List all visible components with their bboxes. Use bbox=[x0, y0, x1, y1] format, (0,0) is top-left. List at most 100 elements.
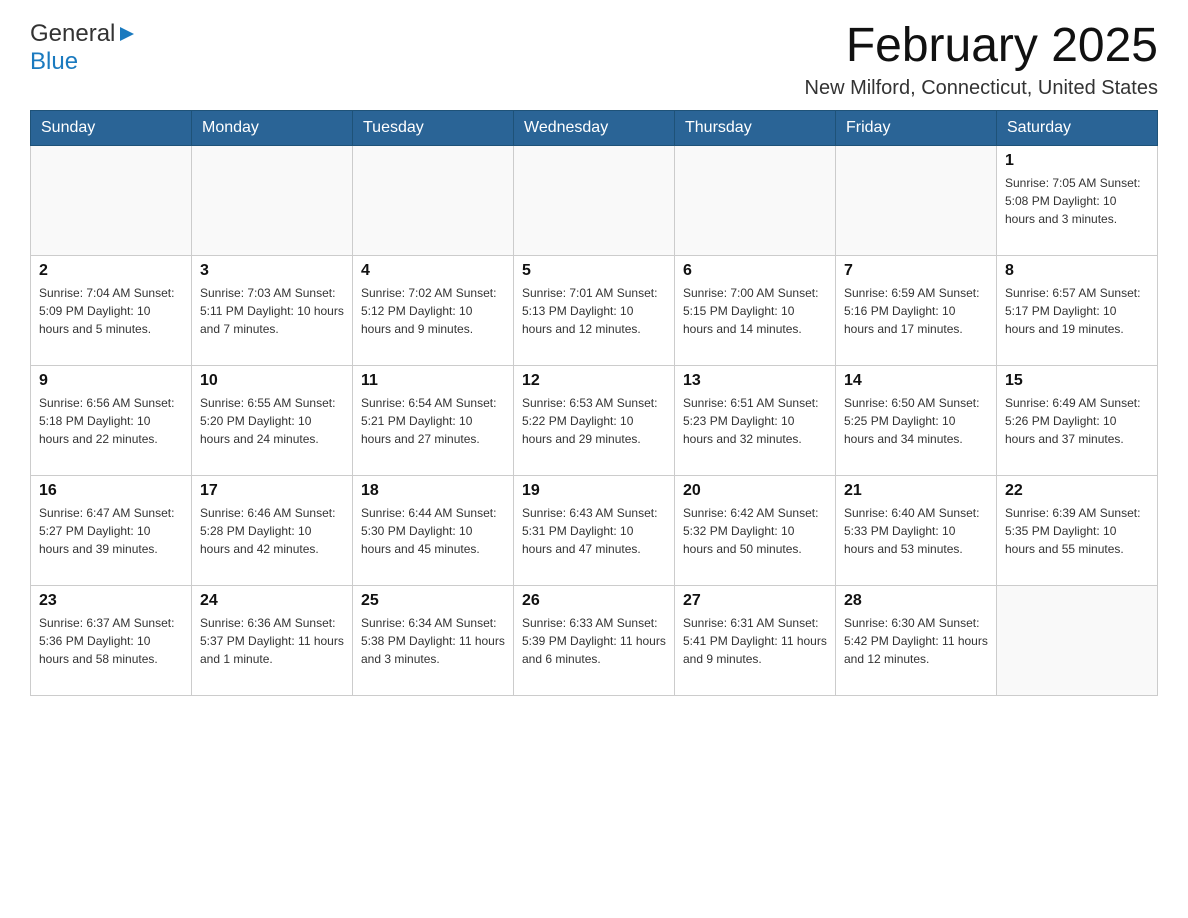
calendar-cell: 25 Sunrise: 6:34 AM Sunset: 5:38 PM Dayli… bbox=[353, 585, 514, 695]
day-number: 21 bbox=[844, 482, 988, 500]
day-number: 17 bbox=[200, 482, 344, 500]
calendar-cell: 12Sunrise: 6:53 AM Sunset: 5:22 PM Dayli… bbox=[514, 365, 675, 475]
weekday-header-sunday: Sunday bbox=[31, 110, 192, 145]
day-info: Sunrise: 6:33 AM Sunset: 5:39 PM Dayligh… bbox=[522, 614, 666, 668]
day-info: Sunrise: 7:01 AM Sunset: 5:13 PM Dayligh… bbox=[522, 284, 666, 338]
calendar-week-row: 16 Sunrise: 6:47 AM Sunset: 5:27 PM Dayli… bbox=[31, 475, 1158, 585]
day-number: 6 bbox=[683, 262, 827, 280]
logo: General Blue bbox=[30, 20, 138, 76]
day-info: Sunrise: 6:34 AM Sunset: 5:38 PM Dayligh… bbox=[361, 614, 505, 668]
day-info: Sunrise: 6:43 AM Sunset: 5:31 PM Dayligh… bbox=[522, 504, 666, 558]
day-info: Sunrise: 6:36 AM Sunset: 5:37 PM Dayligh… bbox=[200, 614, 344, 668]
calendar-cell: 5 Sunrise: 7:01 AM Sunset: 5:13 PM Daylig… bbox=[514, 255, 675, 365]
day-info: Sunrise: 7:05 AM Sunset: 5:08 PM Dayligh… bbox=[1005, 174, 1149, 228]
day-info: Sunrise: 6:39 AM Sunset: 5:35 PM Dayligh… bbox=[1005, 504, 1149, 558]
location-title: New Milford, Connecticut, United States bbox=[805, 77, 1159, 100]
calendar-cell: 10 Sunrise: 6:55 AM Sunset: 5:20 PM Dayli… bbox=[192, 365, 353, 475]
weekday-header-wednesday: Wednesday bbox=[514, 110, 675, 145]
day-number: 11 bbox=[361, 372, 505, 390]
day-number: 18 bbox=[361, 482, 505, 500]
logo-triangle-icon bbox=[116, 23, 138, 45]
weekday-header-saturday: Saturday bbox=[997, 110, 1158, 145]
calendar-cell: 15 Sunrise: 6:49 AM Sunset: 5:26 PM Dayli… bbox=[997, 365, 1158, 475]
day-info: Sunrise: 6:51 AM Sunset: 5:23 PM Dayligh… bbox=[683, 394, 827, 448]
calendar-cell bbox=[192, 145, 353, 255]
day-number: 1 bbox=[1005, 152, 1149, 170]
logo-general-text: General bbox=[30, 20, 115, 48]
weekday-header-friday: Friday bbox=[836, 110, 997, 145]
day-info: Sunrise: 6:37 AM Sunset: 5:36 PM Dayligh… bbox=[39, 614, 183, 668]
day-number: 25 bbox=[361, 592, 505, 610]
day-number: 20 bbox=[683, 482, 827, 500]
day-info: Sunrise: 6:46 AM Sunset: 5:28 PM Dayligh… bbox=[200, 504, 344, 558]
day-info: Sunrise: 7:00 AM Sunset: 5:15 PM Dayligh… bbox=[683, 284, 827, 338]
day-info: Sunrise: 6:54 AM Sunset: 5:21 PM Dayligh… bbox=[361, 394, 505, 448]
day-number: 27 bbox=[683, 592, 827, 610]
day-info: Sunrise: 6:42 AM Sunset: 5:32 PM Dayligh… bbox=[683, 504, 827, 558]
calendar-cell: 19 Sunrise: 6:43 AM Sunset: 5:31 PM Dayli… bbox=[514, 475, 675, 585]
weekday-header-monday: Monday bbox=[192, 110, 353, 145]
calendar-week-row: 1 Sunrise: 7:05 AM Sunset: 5:08 PM Daylig… bbox=[31, 145, 1158, 255]
calendar-cell: 24 Sunrise: 6:36 AM Sunset: 5:37 PM Dayli… bbox=[192, 585, 353, 695]
day-number: 22 bbox=[1005, 482, 1149, 500]
day-info: Sunrise: 7:02 AM Sunset: 5:12 PM Dayligh… bbox=[361, 284, 505, 338]
day-number: 26 bbox=[522, 592, 666, 610]
calendar-cell bbox=[997, 585, 1158, 695]
day-number: 5 bbox=[522, 262, 666, 280]
day-number: 16 bbox=[39, 482, 183, 500]
calendar-cell: 21 Sunrise: 6:40 AM Sunset: 5:33 PM Dayli… bbox=[836, 475, 997, 585]
day-number: 14 bbox=[844, 372, 988, 390]
day-info: Sunrise: 6:56 AM Sunset: 5:18 PM Dayligh… bbox=[39, 394, 183, 448]
calendar-week-row: 2Sunrise: 7:04 AM Sunset: 5:09 PM Daylig… bbox=[31, 255, 1158, 365]
day-info: Sunrise: 7:04 AM Sunset: 5:09 PM Dayligh… bbox=[39, 284, 183, 338]
day-info: Sunrise: 6:49 AM Sunset: 5:26 PM Dayligh… bbox=[1005, 394, 1149, 448]
day-number: 23 bbox=[39, 592, 183, 610]
page-header: General Blue February 2025 New Milford, … bbox=[30, 20, 1158, 100]
calendar-cell: 6 Sunrise: 7:00 AM Sunset: 5:15 PM Daylig… bbox=[675, 255, 836, 365]
calendar-cell: 13Sunrise: 6:51 AM Sunset: 5:23 PM Dayli… bbox=[675, 365, 836, 475]
calendar-cell bbox=[836, 145, 997, 255]
logo-blue-text: Blue bbox=[30, 48, 78, 76]
day-number: 10 bbox=[200, 372, 344, 390]
day-info: Sunrise: 6:57 AM Sunset: 5:17 PM Dayligh… bbox=[1005, 284, 1149, 338]
calendar-cell bbox=[353, 145, 514, 255]
day-number: 9 bbox=[39, 372, 183, 390]
day-info: Sunrise: 6:55 AM Sunset: 5:20 PM Dayligh… bbox=[200, 394, 344, 448]
day-number: 8 bbox=[1005, 262, 1149, 280]
calendar-week-row: 23 Sunrise: 6:37 AM Sunset: 5:36 PM Dayli… bbox=[31, 585, 1158, 695]
day-info: Sunrise: 7:03 AM Sunset: 5:11 PM Dayligh… bbox=[200, 284, 344, 338]
day-info: Sunrise: 6:40 AM Sunset: 5:33 PM Dayligh… bbox=[844, 504, 988, 558]
calendar-cell: 2Sunrise: 7:04 AM Sunset: 5:09 PM Daylig… bbox=[31, 255, 192, 365]
day-number: 19 bbox=[522, 482, 666, 500]
title-section: February 2025 New Milford, Connecticut, … bbox=[805, 20, 1159, 100]
calendar-cell: 18 Sunrise: 6:44 AM Sunset: 5:30 PM Dayli… bbox=[353, 475, 514, 585]
day-info: Sunrise: 6:47 AM Sunset: 5:27 PM Dayligh… bbox=[39, 504, 183, 558]
day-info: Sunrise: 6:31 AM Sunset: 5:41 PM Dayligh… bbox=[683, 614, 827, 668]
calendar-cell: 7Sunrise: 6:59 AM Sunset: 5:16 PM Daylig… bbox=[836, 255, 997, 365]
calendar-cell: 14Sunrise: 6:50 AM Sunset: 5:25 PM Dayli… bbox=[836, 365, 997, 475]
calendar-cell bbox=[31, 145, 192, 255]
calendar-cell: 9 Sunrise: 6:56 AM Sunset: 5:18 PM Daylig… bbox=[31, 365, 192, 475]
day-number: 24 bbox=[200, 592, 344, 610]
weekday-header-thursday: Thursday bbox=[675, 110, 836, 145]
calendar-cell: 16 Sunrise: 6:47 AM Sunset: 5:27 PM Dayli… bbox=[31, 475, 192, 585]
calendar-cell: 4 Sunrise: 7:02 AM Sunset: 5:12 PM Daylig… bbox=[353, 255, 514, 365]
day-number: 28 bbox=[844, 592, 988, 610]
calendar-cell: 28 Sunrise: 6:30 AM Sunset: 5:42 PM Dayli… bbox=[836, 585, 997, 695]
calendar-cell: 3Sunrise: 7:03 AM Sunset: 5:11 PM Daylig… bbox=[192, 255, 353, 365]
day-info: Sunrise: 6:53 AM Sunset: 5:22 PM Dayligh… bbox=[522, 394, 666, 448]
weekday-header-row: SundayMondayTuesdayWednesdayThursdayFrid… bbox=[31, 110, 1158, 145]
calendar-cell: 22 Sunrise: 6:39 AM Sunset: 5:35 PM Dayli… bbox=[997, 475, 1158, 585]
day-number: 15 bbox=[1005, 372, 1149, 390]
calendar-cell: 26 Sunrise: 6:33 AM Sunset: 5:39 PM Dayli… bbox=[514, 585, 675, 695]
day-info: Sunrise: 6:30 AM Sunset: 5:42 PM Dayligh… bbox=[844, 614, 988, 668]
day-number: 4 bbox=[361, 262, 505, 280]
day-number: 7 bbox=[844, 262, 988, 280]
calendar-table: SundayMondayTuesdayWednesdayThursdayFrid… bbox=[30, 110, 1158, 696]
calendar-week-row: 9 Sunrise: 6:56 AM Sunset: 5:18 PM Daylig… bbox=[31, 365, 1158, 475]
weekday-header-tuesday: Tuesday bbox=[353, 110, 514, 145]
calendar-cell: 20 Sunrise: 6:42 AM Sunset: 5:32 PM Dayli… bbox=[675, 475, 836, 585]
calendar-cell: 8 Sunrise: 6:57 AM Sunset: 5:17 PM Daylig… bbox=[997, 255, 1158, 365]
day-info: Sunrise: 6:44 AM Sunset: 5:30 PM Dayligh… bbox=[361, 504, 505, 558]
calendar-cell: 11 Sunrise: 6:54 AM Sunset: 5:21 PM Dayli… bbox=[353, 365, 514, 475]
